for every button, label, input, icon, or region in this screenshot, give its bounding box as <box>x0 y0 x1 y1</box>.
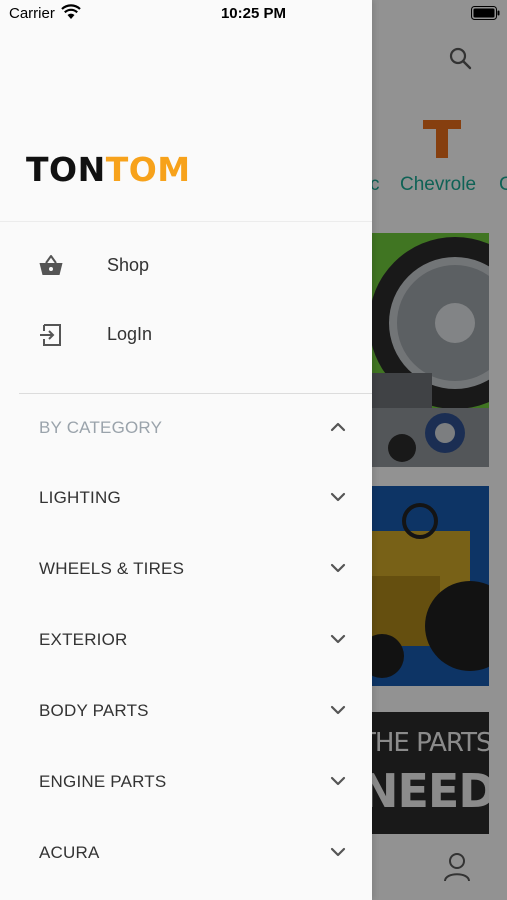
category-item-acura[interactable]: ACURA <box>0 827 372 879</box>
logo-part-1: TON <box>26 150 106 189</box>
shopping-basket-icon <box>39 255 63 275</box>
category-item-lighting[interactable]: LIGHTING <box>0 472 372 524</box>
chevron-up-icon <box>330 422 346 432</box>
chevron-down-icon <box>330 634 346 644</box>
category-header-label: BY CATEGORY <box>39 418 163 437</box>
category-label: ACURA <box>39 843 100 862</box>
nav-label-login: LogIn <box>107 324 153 344</box>
category-item-body-parts[interactable]: BODY PARTS <box>0 685 372 737</box>
category-label: BODY PARTS <box>39 701 149 720</box>
chevron-down-icon <box>330 563 346 573</box>
nav-label-shop: Shop <box>107 255 150 275</box>
clock: 10:25 PM <box>220 5 287 22</box>
nav-item-shop[interactable]: Shop <box>0 240 372 292</box>
login-icon <box>40 324 61 346</box>
category-label: EXTERIOR <box>39 630 128 649</box>
battery-icon <box>471 6 500 20</box>
chevron-down-icon <box>330 776 346 786</box>
category-label: ENGINE PARTS <box>39 772 167 791</box>
category-item-exterior[interactable]: EXTERIOR <box>0 614 372 666</box>
category-header[interactable]: BY CATEGORY <box>0 402 372 454</box>
divider <box>0 221 372 222</box>
category-item-engine-parts[interactable]: ENGINE PARTS <box>0 756 372 808</box>
divider <box>19 393 372 394</box>
category-label: LIGHTING <box>39 488 121 507</box>
category-label: WHEELS & TIRES <box>39 559 185 578</box>
logo-part-2: TOM <box>105 150 191 189</box>
chevron-down-icon <box>330 705 346 715</box>
status-bar: Carrier 10:25 PM <box>0 0 507 28</box>
nav-item-login[interactable]: LogIn <box>0 309 372 361</box>
chevron-down-icon <box>330 492 346 502</box>
chevron-down-icon <box>330 847 346 857</box>
category-item-wheels-tires[interactable]: WHEELS & TIRES <box>0 543 372 595</box>
tontom-logo[interactable]: TONTOM <box>26 150 191 189</box>
navigation-drawer: TONTOM Shop LogIn BY CATEGORY LIGHTING W… <box>0 0 372 900</box>
